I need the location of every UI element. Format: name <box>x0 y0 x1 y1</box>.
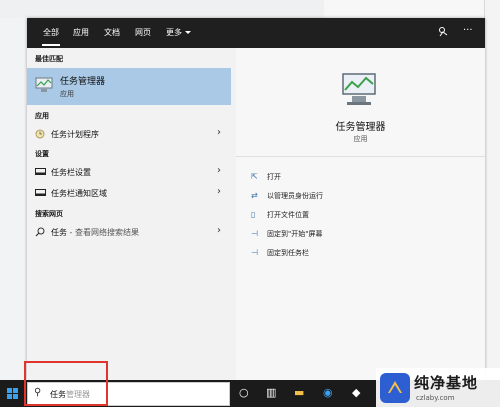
section-web: 搜索网页 <box>35 210 63 218</box>
web-result-text: 任务 - 查看网络搜索结果 <box>51 227 139 238</box>
section-best-match: 最佳匹配 <box>35 55 63 63</box>
result-taskbar-settings[interactable]: 任务栏设置 › <box>27 162 231 182</box>
search-tabs-bar: 全部 应用 文档 网页 更多 ··· <box>27 18 485 48</box>
best-match-title: 任务管理器 <box>60 77 106 87</box>
tab-apps[interactable]: 应用 <box>73 27 89 38</box>
tab-more[interactable]: 更多 <box>166 27 191 38</box>
watermark-subtitle: czlaby.com <box>416 394 455 402</box>
chevron-right-icon[interactable]: › <box>217 127 221 138</box>
cortana-icon[interactable]: ○ <box>239 386 249 399</box>
file-explorer-icon[interactable]: ▬ <box>294 386 304 399</box>
chevron-right-icon[interactable]: › <box>217 225 221 236</box>
background-window <box>324 0 500 18</box>
detail-title: 任务管理器 <box>335 122 386 133</box>
tab-all[interactable]: 全部 <box>42 27 60 46</box>
result-label: 任务栏设置 <box>51 168 91 177</box>
web-query: 任务 <box>51 228 67 237</box>
detail-subtitle: 应用 <box>353 135 368 143</box>
watermark-logo-icon <box>380 373 410 403</box>
background-left-strip <box>0 18 27 380</box>
action-label: 打开文件位置 <box>267 211 309 219</box>
tab-documents[interactable]: 文档 <box>104 27 120 38</box>
action-label: 打开 <box>267 173 281 181</box>
background-scroll-strip <box>484 0 500 380</box>
feedback-icon[interactable] <box>438 26 449 40</box>
action-label: 固定到任务栏 <box>267 249 309 257</box>
task-view-icon[interactable]: ▥ <box>266 386 276 399</box>
result-label: 任务栏通知区域 <box>51 189 107 198</box>
watermark-title: 纯净基地 <box>414 374 479 392</box>
taskbar-icon <box>35 168 46 175</box>
open-icon: ⇱ <box>251 172 258 181</box>
results-list: 最佳匹配 任务管理器 应用 应用 任务计划程序 › 设置 任务栏设置 › 任务栏… <box>27 48 231 380</box>
detail-divider <box>236 156 485 157</box>
highlight-box <box>24 361 108 406</box>
task-scheduler-icon <box>35 129 45 139</box>
watermark: 纯净基地 czlaby.com <box>376 368 500 407</box>
run-as-admin-icon: ⇄ <box>251 191 258 200</box>
search-panel: 全部 应用 文档 网页 更多 ··· 最佳匹配 任务管理器 应用 应用 任务计划… <box>27 18 485 380</box>
section-settings: 设置 <box>35 150 49 158</box>
tab-more-label: 更多 <box>166 28 182 37</box>
action-label: 固定到"开始"屏幕 <box>267 230 323 238</box>
pin-icon: ⊣ <box>251 248 258 257</box>
pin-icon: ⊣ <box>251 229 258 238</box>
action-label: 以管理员身份运行 <box>267 192 323 200</box>
app-icon[interactable]: ◆ <box>352 386 360 399</box>
search-icon <box>35 227 45 237</box>
web-suffix: - 查看网络搜索结果 <box>67 228 139 237</box>
more-options-icon[interactable]: ··· <box>463 25 473 36</box>
chevron-down-icon <box>185 31 191 34</box>
result-taskbar-notification-area[interactable]: 任务栏通知区域 › <box>27 183 231 203</box>
result-web-search[interactable]: 任务 - 查看网络搜索结果 › <box>27 222 231 242</box>
edge-browser-icon[interactable]: ◉ <box>323 386 333 399</box>
result-task-scheduler[interactable]: 任务计划程序 › <box>27 124 231 144</box>
best-match-item[interactable]: 任务管理器 应用 <box>27 68 231 105</box>
windows-start-icon[interactable] <box>7 388 18 399</box>
chevron-right-icon[interactable]: › <box>217 165 221 176</box>
file-location-icon: ▯ <box>251 210 256 219</box>
section-apps: 应用 <box>35 112 49 120</box>
result-label: 任务计划程序 <box>51 130 99 139</box>
task-manager-icon <box>35 77 53 92</box>
detail-pane: 任务管理器 应用 ⇱ 打开 ⇄ 以管理员身份运行 ▯ 打开文件位置 ⊣ 固定到"… <box>236 48 485 380</box>
task-manager-icon <box>342 73 376 105</box>
taskbar-icon <box>35 189 46 196</box>
tab-web[interactable]: 网页 <box>135 27 151 38</box>
chevron-right-icon[interactable]: › <box>217 186 221 197</box>
best-match-subtitle: 应用 <box>60 90 74 98</box>
